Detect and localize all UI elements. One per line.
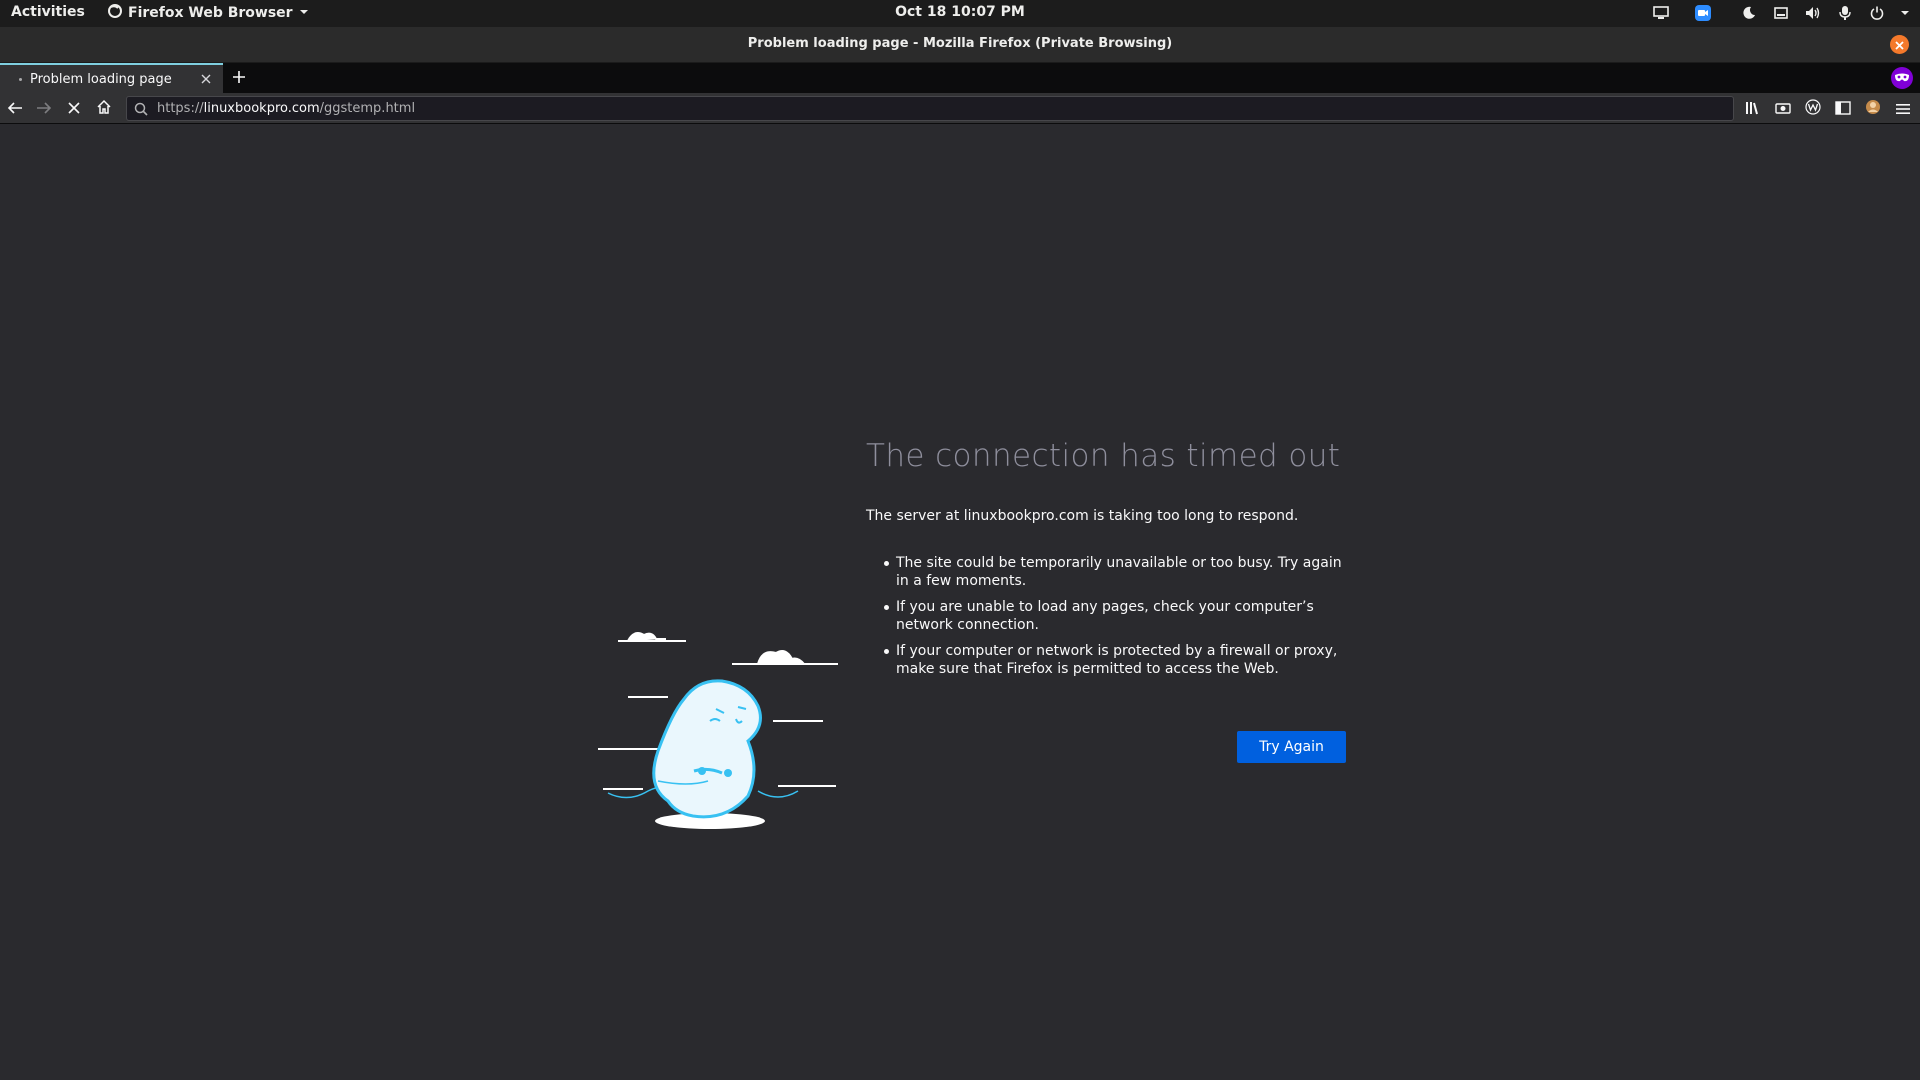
url-text[interactable]: https://linuxbookpro.com/ggstemp.html — [157, 101, 415, 116]
private-browsing-icon — [1891, 67, 1913, 89]
app-menu[interactable]: Firefox Web Browser — [108, 4, 309, 22]
library-icon — [1745, 100, 1761, 119]
volume-icon[interactable] — [1804, 4, 1822, 22]
screenshot-icon — [1775, 100, 1791, 119]
sidebar-icon — [1835, 100, 1851, 119]
new-tab-button[interactable] — [228, 67, 250, 89]
list-item: If you are unable to load any pages, che… — [866, 598, 1346, 634]
toolbar-right — [1742, 98, 1914, 120]
home-icon — [96, 99, 112, 119]
account-icon — [1865, 99, 1881, 119]
url-path: /ggstemp.html — [319, 101, 416, 116]
account-button[interactable] — [1862, 98, 1884, 120]
stop-button[interactable] — [63, 98, 85, 120]
window-title: Problem loading page - Mozilla Firefox (… — [747, 36, 1173, 51]
list-item: If your computer or network is protected… — [866, 642, 1346, 678]
window-title-bar[interactable]: Problem loading page - Mozilla Firefox (… — [0, 27, 1920, 63]
sidebar-button[interactable] — [1832, 98, 1854, 120]
screen-share-icon[interactable] — [1652, 4, 1670, 22]
clock[interactable]: Oct 18 10:07 PM — [895, 4, 1025, 20]
app-menu-label: Firefox Web Browser — [128, 5, 293, 21]
tab-strip: Problem loading page — [0, 63, 1920, 93]
search-icon — [133, 101, 149, 117]
page-content: The connection has timed out The server … — [0, 124, 1920, 1080]
system-tray[interactable] — [1652, 4, 1910, 22]
firefox-icon — [108, 4, 122, 22]
activities-button[interactable]: Activities — [11, 4, 85, 20]
gnome-top-bar: Activities Firefox Web Browser Oct 18 10… — [0, 0, 1920, 27]
try-again-button[interactable]: Try Again — [1237, 731, 1346, 763]
zoom-icon[interactable] — [1694, 4, 1712, 22]
extension-button[interactable] — [1802, 98, 1824, 120]
chevron-down-icon[interactable] — [1900, 4, 1910, 22]
url-host: linuxbookpro.com — [203, 101, 320, 116]
url-scheme: https:// — [157, 101, 204, 116]
error-illustration — [598, 621, 838, 831]
plus-icon — [232, 69, 246, 88]
close-icon — [1895, 35, 1904, 54]
error-title: The connection has timed out — [866, 438, 1341, 474]
tab-loading-icon — [19, 77, 22, 81]
arrow-right-icon — [36, 100, 52, 119]
hamburger-menu-icon — [1896, 100, 1910, 119]
tab-problem-loading-page[interactable]: Problem loading page — [0, 63, 223, 93]
night-light-icon[interactable] — [1740, 4, 1758, 22]
navigation-toolbar: https://linuxbookpro.com/ggstemp.html — [0, 93, 1920, 124]
keyboard-icon[interactable] — [1772, 4, 1790, 22]
tab-label: Problem loading page — [30, 71, 172, 87]
open-menu-button[interactable] — [1892, 98, 1914, 120]
error-suggestions-list: The site could be temporarily unavailabl… — [866, 554, 1346, 686]
library-button[interactable] — [1742, 98, 1764, 120]
tab-close-button[interactable] — [195, 68, 217, 90]
url-bar[interactable]: https://linuxbookpro.com/ggstemp.html — [126, 96, 1734, 121]
stop-icon — [67, 100, 81, 119]
chevron-down-icon — [299, 5, 309, 21]
back-button[interactable] — [4, 98, 26, 120]
arrow-left-icon — [7, 100, 23, 119]
list-item: The site could be temporarily unavailabl… — [866, 554, 1346, 590]
microphone-icon[interactable] — [1836, 4, 1854, 22]
power-icon[interactable] — [1868, 4, 1886, 22]
home-button[interactable] — [93, 98, 115, 120]
screenshot-button[interactable] — [1772, 98, 1794, 120]
window-close-button[interactable] — [1890, 35, 1909, 54]
error-description: The server at linuxbookpro.com is taking… — [866, 508, 1299, 524]
extension-w-icon — [1805, 99, 1821, 119]
forward-button[interactable] — [33, 98, 55, 120]
